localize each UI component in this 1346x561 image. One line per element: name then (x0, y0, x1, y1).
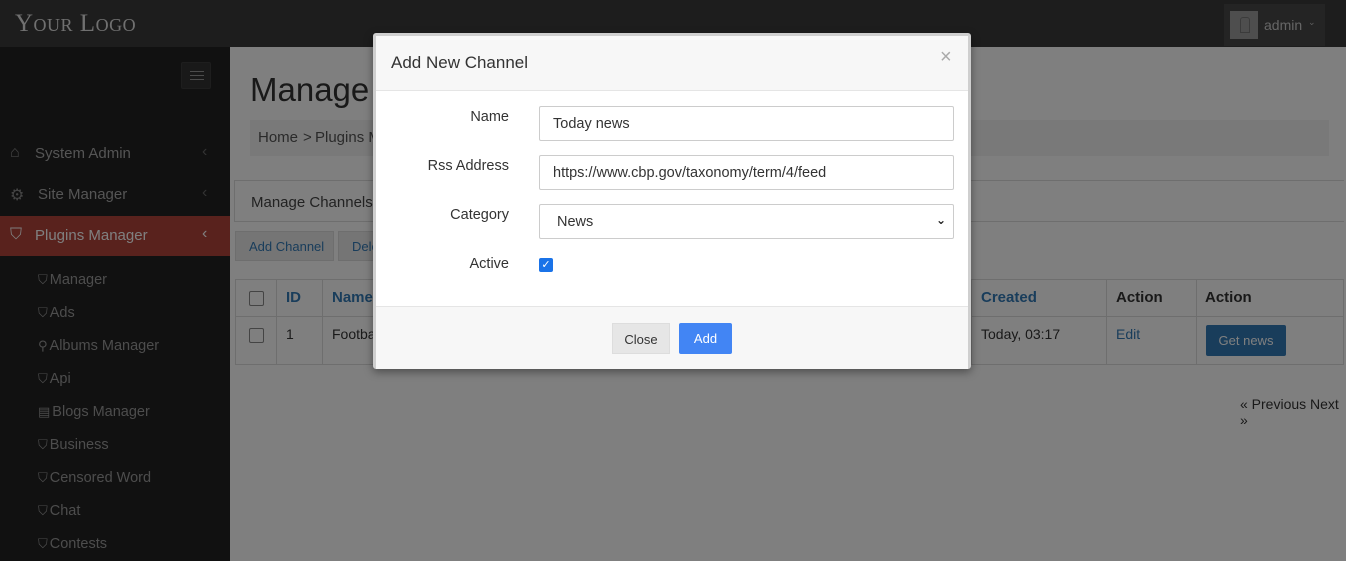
category-selected-value: News (557, 214, 594, 230)
chevron-down-icon: ⌄ (936, 213, 947, 227)
add-button[interactable]: Add (679, 323, 732, 354)
category-select[interactable]: News ⌄ (539, 204, 954, 239)
rss-address-label: Rss Address (427, 158, 509, 174)
rss-address-field[interactable]: https://www.cbp.gov/taxonomy/term/4/feed (539, 155, 954, 190)
active-label: Active (469, 256, 510, 272)
close-icon[interactable]: × (940, 46, 952, 69)
active-checkbox[interactable]: ✓ (539, 258, 553, 272)
modal-title: Add New Channel (391, 53, 529, 72)
close-button[interactable]: Close (612, 323, 670, 354)
add-channel-modal: Add New Channel × Name Today news Rss Ad… (373, 33, 971, 369)
category-label: Category (450, 207, 509, 223)
modal-footer: Close Add (376, 306, 968, 369)
modal-header: Add New Channel × (376, 36, 968, 91)
name-field[interactable]: Today news (539, 106, 954, 141)
name-label: Name (470, 109, 509, 125)
